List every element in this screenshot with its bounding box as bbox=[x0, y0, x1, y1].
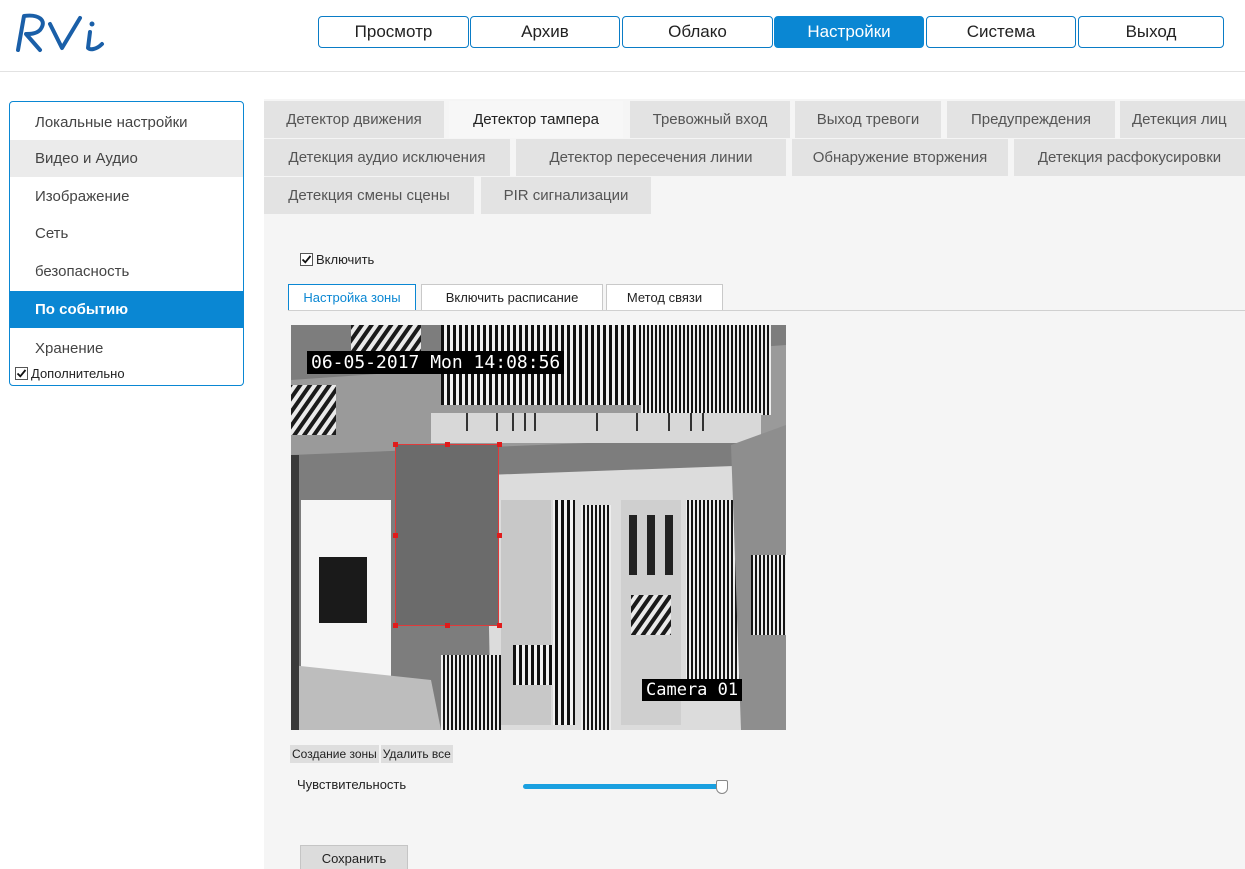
create-zone-button[interactable]: Создание зоны bbox=[290, 745, 379, 763]
zone-handle-top-right[interactable] bbox=[497, 442, 502, 447]
zone-handle-middle-right[interactable] bbox=[497, 533, 502, 538]
tab-tamper-detection[interactable]: Детектор тампера bbox=[449, 101, 623, 138]
tab-intrusion-detection[interactable]: Обнаружение вторжения bbox=[792, 139, 1008, 176]
nav-archive-button[interactable]: Архив bbox=[470, 16, 620, 48]
video-preview[interactable]: 06-05-2017 Mon 14:08:56 Camera 01 bbox=[291, 325, 786, 730]
tab-scene-change[interactable]: Детекция смены сцены bbox=[264, 177, 474, 214]
osd-timestamp: 06-05-2017 Mon 14:08:56 bbox=[307, 351, 565, 374]
zone-handle-middle-left[interactable] bbox=[393, 533, 398, 538]
tab-pir-alarm[interactable]: PIR сигнализации bbox=[481, 177, 651, 214]
tab-warnings[interactable]: Предупреждения bbox=[947, 101, 1115, 138]
tab-alarm-output[interactable]: Выход тревоги bbox=[795, 101, 941, 138]
advanced-checkbox[interactable] bbox=[15, 367, 28, 380]
advanced-label: Дополнительно bbox=[31, 366, 125, 381]
sensitivity-slider[interactable] bbox=[523, 780, 736, 794]
nav-logout-button[interactable]: Выход bbox=[1078, 16, 1224, 48]
sidebar-item-video-audio[interactable]: Видео и Аудио bbox=[10, 140, 243, 177]
sidebar-item-image[interactable]: Изображение bbox=[10, 178, 243, 215]
content-panel: Детектор движения Детектор тампера Трево… bbox=[264, 99, 1245, 869]
tab-face-detection[interactable]: Детекция лиц bbox=[1120, 101, 1245, 138]
sidebar-advanced-toggle[interactable]: Дополнительно bbox=[15, 366, 125, 381]
checkmark-icon bbox=[16, 369, 27, 378]
sidebar-item-security[interactable]: безопасность bbox=[10, 253, 243, 290]
sidebar-item-network[interactable]: Сеть bbox=[10, 215, 243, 252]
tamper-zone-rectangle[interactable] bbox=[395, 444, 499, 626]
nav-cloud-button[interactable]: Облако bbox=[622, 16, 773, 48]
tab-audio-exception[interactable]: Детекция аудио исключения bbox=[264, 139, 510, 176]
sensitivity-slider-track[interactable] bbox=[523, 784, 728, 789]
subtab-divider bbox=[288, 310, 1245, 311]
zone-handle-top-center[interactable] bbox=[445, 442, 450, 447]
sensitivity-slider-thumb[interactable] bbox=[716, 780, 728, 794]
enable-checkbox[interactable] bbox=[300, 253, 313, 266]
nav-settings-button[interactable]: Настройки bbox=[774, 16, 924, 48]
enable-label: Включить bbox=[316, 252, 375, 267]
osd-camera-name: Camera 01 bbox=[642, 679, 743, 701]
zone-handle-bottom-right[interactable] bbox=[497, 623, 502, 628]
enable-toggle[interactable]: Включить bbox=[300, 252, 374, 267]
sidebar: Локальные настройки Видео и Аудио Изобра… bbox=[9, 101, 244, 386]
zone-handle-top-left[interactable] bbox=[393, 442, 398, 447]
tab-line-crossing[interactable]: Детектор пересечения линии bbox=[516, 139, 786, 176]
save-button[interactable]: Сохранить bbox=[300, 845, 408, 869]
camera-image bbox=[291, 325, 786, 730]
delete-all-button[interactable]: Удалить все bbox=[380, 745, 453, 763]
tab-motion-detection[interactable]: Детектор движения bbox=[264, 101, 444, 138]
sidebar-item-event[interactable]: По событию bbox=[10, 291, 243, 328]
sensitivity-label: Чувствительность bbox=[297, 777, 407, 792]
rvi-logo-mark bbox=[16, 13, 104, 52]
header-divider bbox=[0, 71, 1245, 72]
zone-handle-bottom-center[interactable] bbox=[445, 623, 450, 628]
rvi-logo bbox=[10, 10, 130, 54]
zone-buttons: Создание зоны Удалить все bbox=[290, 745, 453, 763]
zone-handle-bottom-left[interactable] bbox=[393, 623, 398, 628]
checkmark-icon bbox=[301, 255, 312, 264]
tab-alarm-input[interactable]: Тревожный вход bbox=[630, 101, 790, 138]
subtab-linkage-method[interactable]: Метод связи bbox=[606, 284, 723, 311]
nav-system-button[interactable]: Система bbox=[926, 16, 1076, 48]
tab-defocus-detection[interactable]: Детекция расфокусировки bbox=[1014, 139, 1245, 176]
sidebar-item-storage[interactable]: Хранение bbox=[10, 330, 243, 367]
nav-view-button[interactable]: Просмотр bbox=[318, 16, 469, 48]
subtab-zone-setup[interactable]: Настройка зоны bbox=[288, 284, 416, 311]
subtab-schedule[interactable]: Включить расписание bbox=[421, 284, 603, 311]
sidebar-item-local-settings[interactable]: Локальные настройки bbox=[10, 104, 243, 141]
